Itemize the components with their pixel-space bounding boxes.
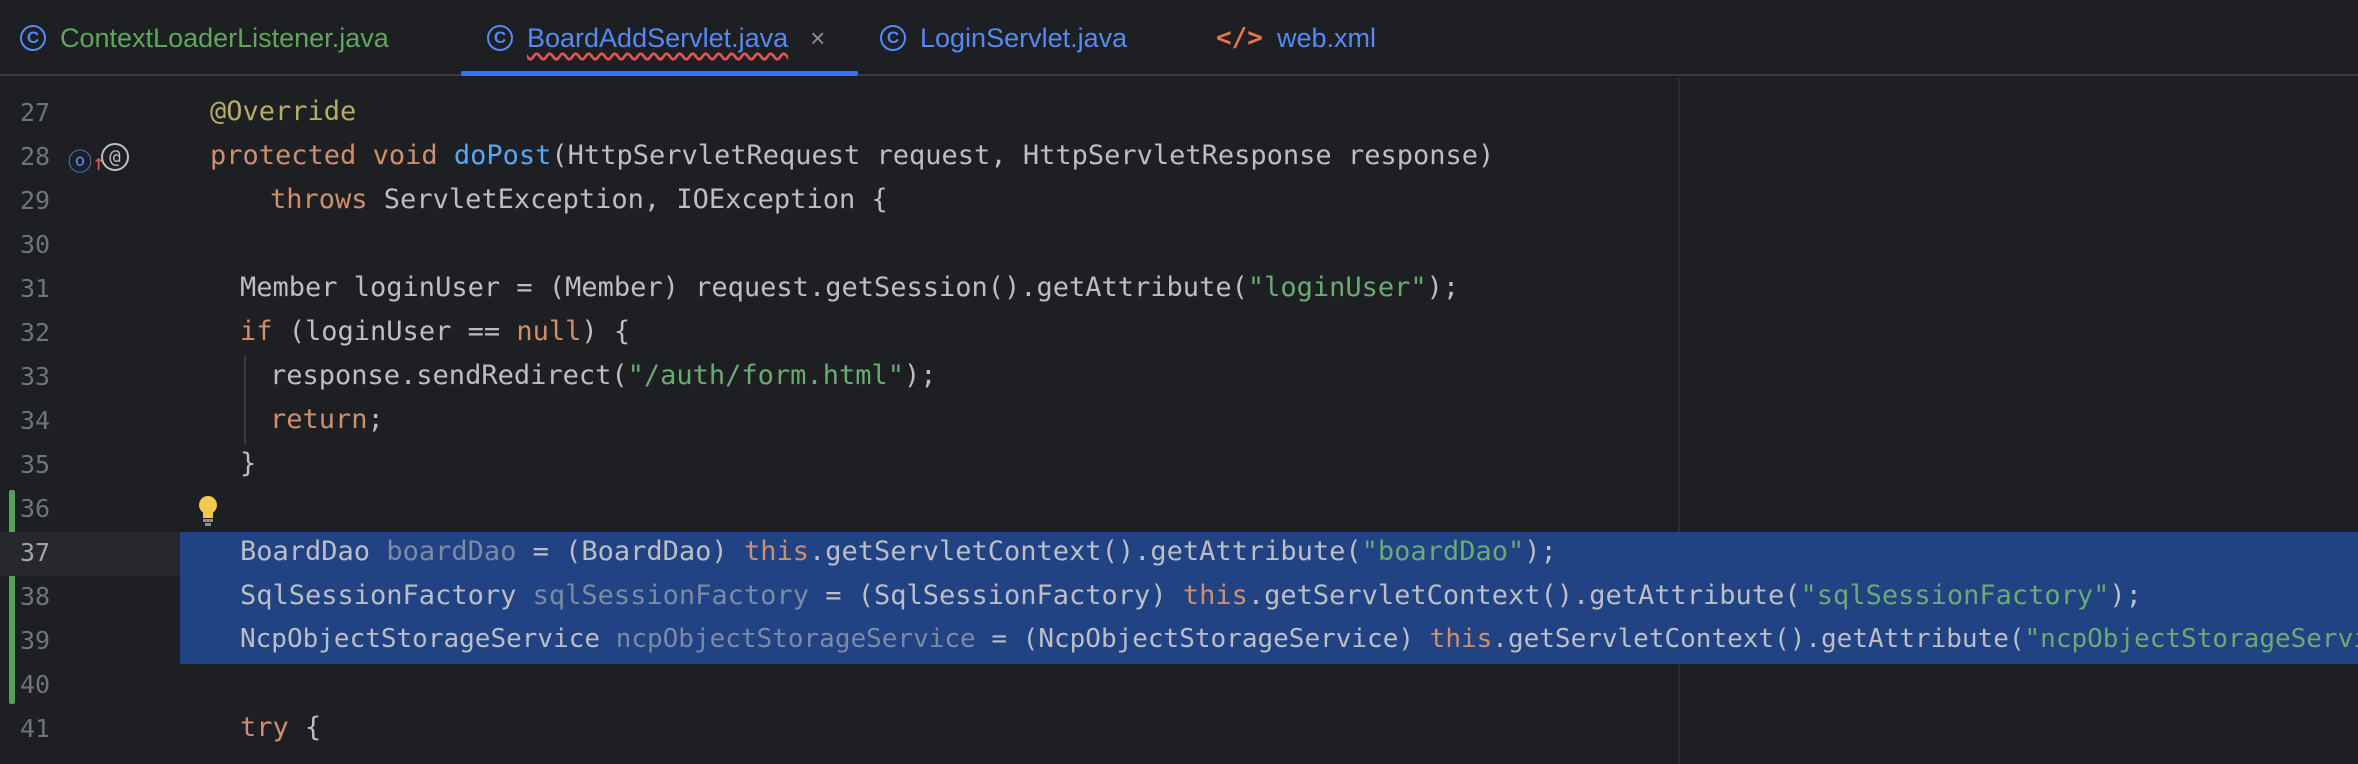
- code-editor[interactable]: 27 @Override 28 ⓞ↑ @ protected void doPo…: [0, 78, 2358, 764]
- tab-label: web.xml: [1276, 22, 1376, 53]
- line-number: 35: [20, 450, 51, 479]
- code-line: 40: [0, 664, 2358, 708]
- code-line: 27 @Override: [0, 92, 2358, 136]
- line-number: 27: [20, 98, 51, 127]
- code-line: 41 try {: [20, 712, 322, 743]
- xml-icon: </>: [1216, 23, 1263, 53]
- tab-board-add-servlet[interactable]: C BoardAddServlet.java ×: [487, 0, 825, 76]
- line-number: 38: [20, 582, 51, 611]
- override-icon[interactable]: ⓞ↑: [68, 142, 105, 177]
- editor-tab-bar: C ContextLoaderListener.java C BoardAddS…: [0, 0, 2358, 76]
- lightbulb-icon[interactable]: [196, 494, 220, 528]
- code-line: 36: [0, 488, 2358, 532]
- tab-label: ContextLoaderListener.java: [60, 22, 389, 53]
- line-number: 39: [20, 626, 51, 655]
- annotation-icon[interactable]: @: [101, 143, 129, 171]
- line-number: 34: [20, 406, 51, 435]
- line-number: 30: [20, 230, 51, 259]
- tab-label: LoginServlet.java: [920, 22, 1128, 53]
- class-icon: C: [20, 25, 46, 51]
- code-line: 32 if (loginUser == null) {: [20, 316, 631, 347]
- line-number: 33: [20, 362, 51, 391]
- code-line: 29 throws ServletException, IOException …: [20, 184, 888, 215]
- tab-label: BoardAddServlet.java: [527, 22, 789, 53]
- code-line: 35 }: [20, 448, 257, 479]
- line-number: 32: [20, 318, 51, 347]
- active-tab-indicator: [461, 71, 858, 76]
- line-number: 37: [20, 538, 51, 567]
- line-number: 29: [20, 186, 51, 215]
- line-number: 41: [20, 714, 51, 743]
- code-line: 39 NcpObjectStorageService ncpObjectStor…: [20, 624, 2358, 655]
- tab-login-servlet[interactable]: C LoginServlet.java: [880, 0, 1127, 76]
- tab-web-xml[interactable]: </> web.xml: [1216, 0, 1376, 76]
- class-icon: C: [487, 25, 513, 51]
- code-line: 34 return;: [20, 404, 384, 435]
- code-line: 31 Member loginUser = (Member) request.g…: [20, 272, 1460, 303]
- code-line: 30: [0, 224, 2358, 268]
- close-icon[interactable]: ×: [810, 23, 825, 54]
- tab-context-loader-listener[interactable]: C ContextLoaderListener.java: [20, 0, 389, 76]
- line-number: 31: [20, 274, 51, 303]
- code-line: 33 response.sendRedirect("/auth/form.htm…: [20, 360, 937, 391]
- code-line: 38 SqlSessionFactory sqlSessionFactory =…: [20, 580, 2142, 611]
- code-line: 37 BoardDao boardDao = (BoardDao) this.g…: [20, 536, 1557, 567]
- class-icon: C: [880, 25, 906, 51]
- line-number: 36: [20, 494, 51, 523]
- annotation-text: @Override: [210, 96, 357, 127]
- code-line: 28 ⓞ↑ @ protected void doPost(HttpServle…: [20, 140, 1495, 177]
- line-number: 40: [20, 670, 51, 699]
